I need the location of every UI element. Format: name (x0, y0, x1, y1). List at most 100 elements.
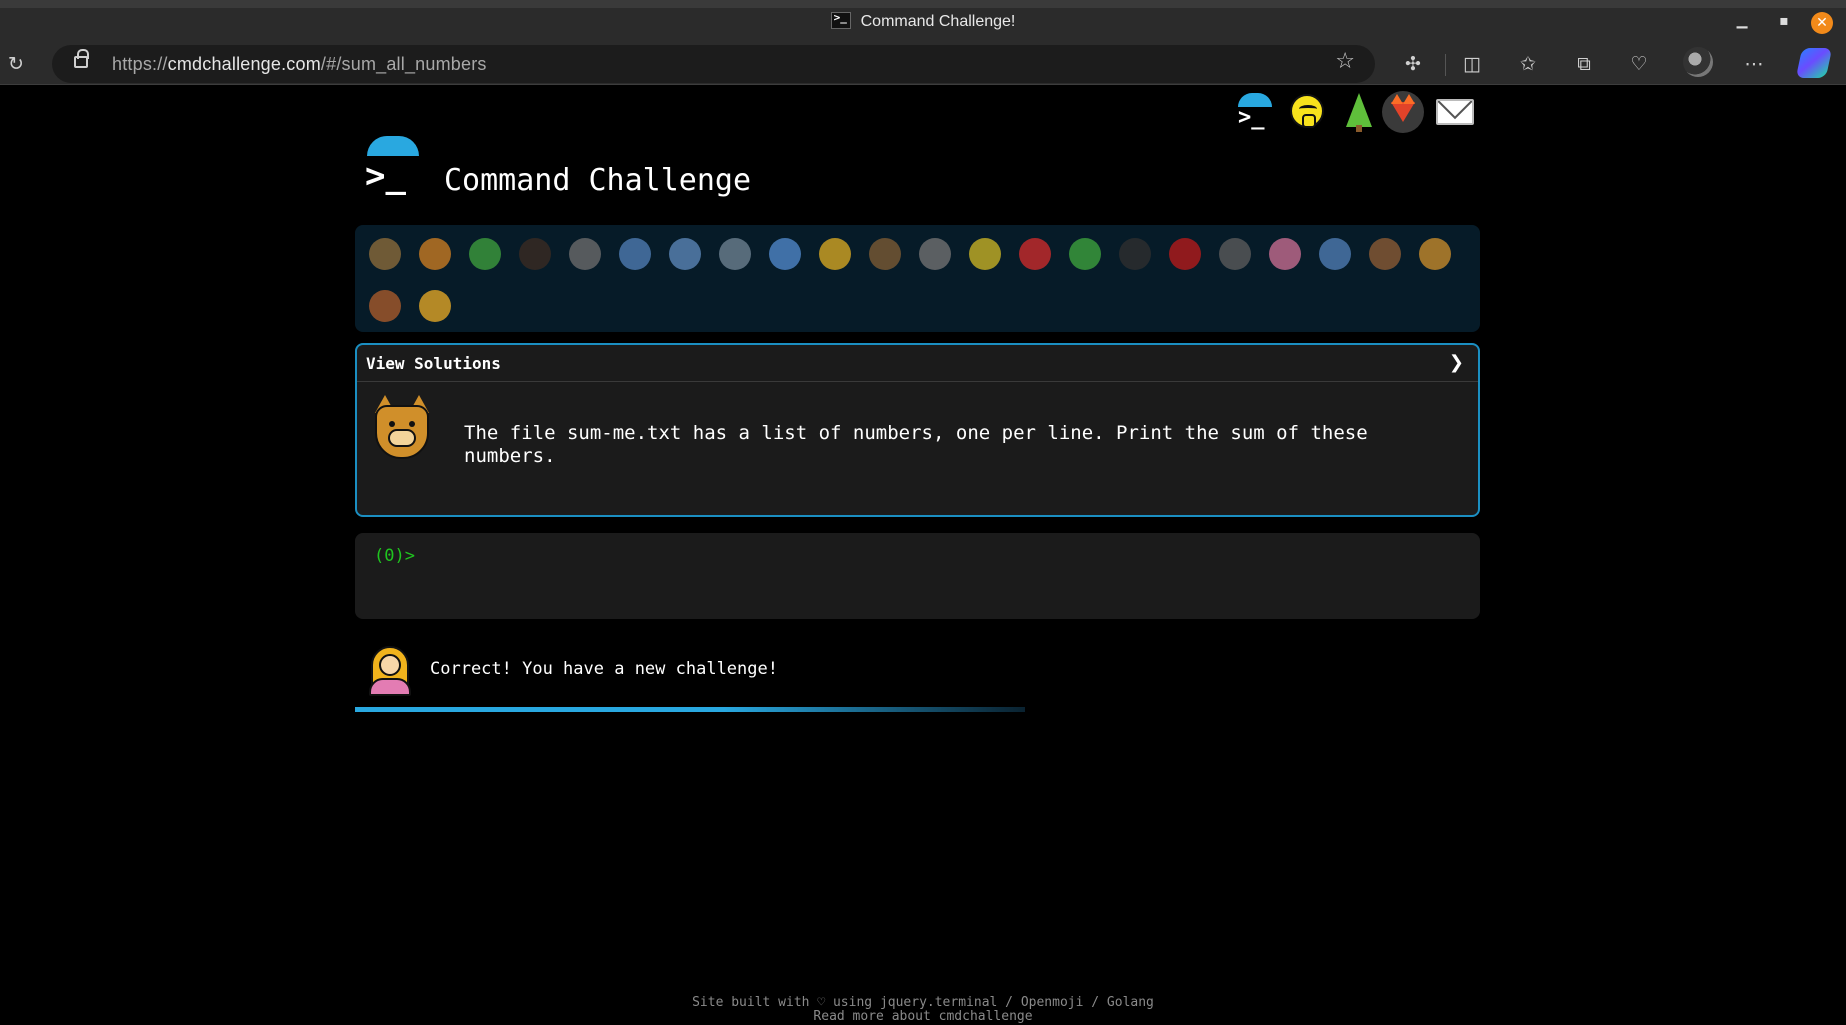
butterfly-icon (419, 238, 451, 270)
shushing-face-icon (1290, 94, 1324, 128)
window-title-area: Command Challenge! (0, 11, 1846, 31)
fly-icon (1219, 238, 1251, 270)
status-message: Correct! You have a new challenge! (430, 659, 778, 679)
challenge-animal-scorpion[interactable] (1161, 230, 1211, 282)
split-screen-icon[interactable]: ◫ (1460, 52, 1484, 76)
favorites-icon[interactable]: ✩ (1516, 52, 1540, 76)
star-icon[interactable]: ☆ (1335, 49, 1355, 74)
monkey-icon (1369, 238, 1401, 270)
footer-tech-links[interactable]: using jquery.terminal / Openmoji / Golan… (833, 995, 1154, 1010)
shushing-face-link[interactable] (1286, 91, 1328, 133)
worm-icon (1269, 238, 1301, 270)
challenge-animal-cat[interactable] (411, 282, 461, 334)
fish-icon (769, 238, 801, 270)
address-bar[interactable]: https://cmdchallenge.com/#/sum_all_numbe… (52, 45, 1375, 83)
terminal-logo-icon: >_ (365, 156, 406, 196)
challenge-animal-hedgehog[interactable] (861, 230, 911, 282)
dolphin-icon (719, 238, 751, 270)
challenge-animal-spider-web[interactable] (561, 230, 611, 282)
extensions-icon[interactable]: ✣ (1401, 52, 1425, 76)
footer-read-more-link[interactable]: Read more about cmdchallenge (0, 1010, 1846, 1024)
copilot-icon[interactable] (1795, 48, 1833, 78)
tree-trunk-icon (1356, 125, 1362, 132)
challenge-animal-fish[interactable] (761, 230, 811, 282)
terminal-input[interactable]: (0)> (355, 533, 1480, 619)
challenge-animal-worm[interactable] (1261, 230, 1311, 282)
window-titlebar: Command Challenge! ▁ ▪ ✕ (0, 0, 1846, 43)
url-host: cmdchallenge.com (167, 54, 321, 74)
close-window-button[interactable]: ✕ (1811, 12, 1833, 34)
page-content: >_ >_ Command Challenge View Solutions ❯ (0, 86, 1846, 1025)
challenge-animal-tropical-fish[interactable] (811, 230, 861, 282)
browser-essentials-icon[interactable]: ♡ (1627, 52, 1651, 76)
footer-line-1: Site built with ♡ using jquery.terminal … (0, 996, 1846, 1010)
dog-icon (1419, 238, 1451, 270)
collections-icon[interactable]: ⧉ (1572, 52, 1596, 76)
site-title: Command Challenge (444, 163, 752, 198)
status-area: Correct! You have a new challenge! (355, 644, 1155, 696)
caterpillar-icon (469, 238, 501, 270)
hedgehog-icon (869, 238, 901, 270)
more-icon[interactable]: ⋯ (1742, 52, 1766, 76)
wolf-icon (919, 238, 951, 270)
challenge-animal-whale[interactable] (611, 230, 661, 282)
url-path: /#/sum_all_numbers (320, 54, 487, 74)
challenge-animal-cricket[interactable] (1061, 230, 1111, 282)
spider-web-icon (569, 238, 601, 270)
toolbar-divider (1445, 54, 1446, 76)
cat-icon (419, 290, 451, 322)
elf-mascot-icon (365, 644, 415, 696)
umbrella-logo-icon (367, 136, 419, 156)
terminal-prompt-icon: >_ (1238, 105, 1265, 130)
heart-icon: ♡ (817, 995, 826, 1010)
whale-icon (619, 238, 651, 270)
terminal-prompt: (0)> (374, 546, 415, 566)
challenge-animal-bee[interactable] (961, 230, 1011, 282)
challenge-animal-dog[interactable] (1411, 230, 1461, 282)
terminal-favicon-icon (830, 11, 851, 29)
snail-icon (369, 238, 401, 270)
challenge-animal-shark[interactable] (661, 230, 711, 282)
fox-icon (369, 290, 401, 322)
scorpion-icon (1169, 238, 1201, 270)
view-solutions-toggle[interactable]: View Solutions ❯ (357, 345, 1478, 382)
gitlab-fox-icon (1391, 94, 1415, 122)
profile-avatar[interactable] (1683, 47, 1713, 77)
shark-icon (669, 238, 701, 270)
challenge-animal-dolphin[interactable] (711, 230, 761, 282)
footer-built-with: Site built with (692, 995, 810, 1010)
refresh-icon[interactable]: ↻ (4, 52, 28, 76)
challenge-animal-spider[interactable] (1111, 230, 1161, 282)
window-title: Command Challenge! (860, 13, 1016, 30)
footer: Site built with ♡ using jquery.terminal … (0, 996, 1846, 1024)
tree-link[interactable] (1338, 91, 1380, 133)
cat-icon (371, 395, 433, 463)
mail-link[interactable] (1434, 91, 1476, 133)
lock-icon[interactable] (74, 49, 89, 68)
bee-icon (969, 238, 1001, 270)
minimize-button[interactable]: ▁ (1728, 13, 1756, 37)
challenge-animal-fly[interactable] (1211, 230, 1261, 282)
challenge-animal-caterpillar[interactable] (461, 230, 511, 282)
browser-toolbar: ↻ https://cmdchallenge.com/#/sum_all_num… (0, 43, 1846, 85)
challenge-animal-snail[interactable] (361, 230, 411, 282)
progress-bar (355, 707, 1025, 712)
challenge-animal-butterfly[interactable] (411, 230, 461, 282)
gitlab-link[interactable] (1382, 91, 1424, 133)
evergreen-tree-icon (1346, 93, 1372, 127)
url-text[interactable]: https://cmdchallenge.com/#/sum_all_numbe… (112, 54, 487, 75)
cricket-icon (1069, 238, 1101, 270)
challenge-progress-animals (355, 225, 1480, 332)
maximize-button[interactable]: ▪ (1770, 13, 1798, 37)
envelope-icon (1436, 99, 1474, 125)
challenge-animal-ant[interactable] (511, 230, 561, 282)
challenge-animal-wolf[interactable] (911, 230, 961, 282)
challenge-animal-microbe[interactable] (1311, 230, 1361, 282)
chevron-right-icon: ❯ (1448, 352, 1464, 373)
challenge-animal-fox[interactable] (361, 282, 411, 334)
challenge-animal-monkey[interactable] (1361, 230, 1411, 282)
ladybug-icon (1019, 238, 1051, 270)
challenge-animal-ladybug[interactable] (1011, 230, 1061, 282)
spider-icon (1119, 238, 1151, 270)
terminal-home-link[interactable]: >_ (1230, 91, 1272, 133)
